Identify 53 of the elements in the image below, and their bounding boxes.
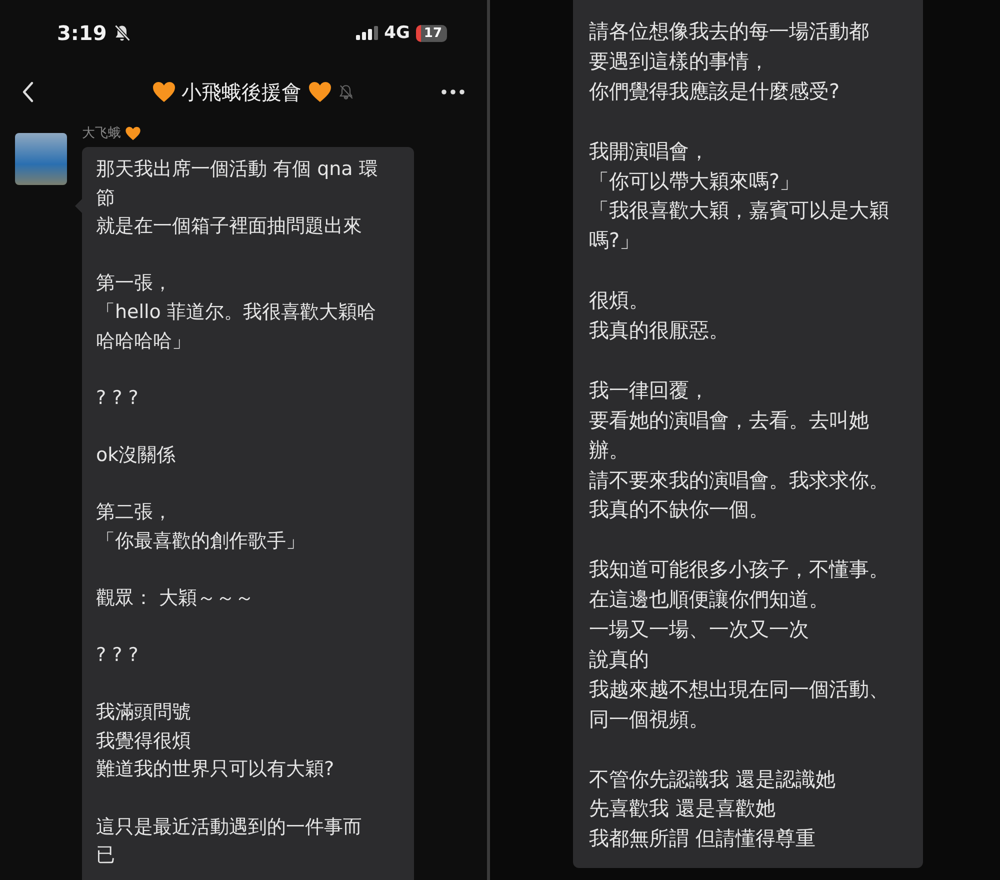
message-text: 要遇到這樣的事情， [589,48,770,75]
message-text: 「hello 菲道尔。我很喜歡大穎哈 [96,300,377,325]
message-text: 我真的不缺你一個。 [589,496,770,524]
heart-icon [125,126,141,140]
message-text: 一場又一場、一次又一次 [589,616,810,644]
message-text: 你們覺得我應該是什麼感受? [589,78,841,105]
sender-name: 大飞蛾 [82,125,121,142]
message-text: ? ? ? [96,643,140,668]
muted-bell-icon [338,84,354,100]
message-text: 我都無所謂 但請懂得尊重 [589,825,816,852]
message-text: 我覺得很煩 [96,728,192,754]
message-text: 很煩。 [589,287,650,314]
message-text: 我一律回覆， [589,376,710,404]
message-text: 節 [96,186,116,211]
message-text: 就是在一個箱子裡面抽問題出來 [96,214,363,240]
message-text: 我真的很厭惡。 [589,317,730,344]
message-text: ? ? ? [96,386,140,411]
message-text: 先喜歡我 還是喜歡她 [589,795,776,822]
message-text: 不管你先認識我 還是認識她 [589,766,836,793]
message-text: 「你最喜歡的創作歌手」 [96,528,306,554]
message-text: 請各位想像我去的每一場活動都 [589,18,870,45]
message-text: 這只是最近活動遇到的一件事而 [96,814,363,840]
signal-icon [356,26,378,40]
status-time: 3:19 [57,21,107,45]
message-text: 我知道可能很多小孩子，不懂事。 [589,556,890,584]
more-icon[interactable] [441,89,465,95]
message-text: 說真的 [589,646,650,673]
message-text: 在這邊也順便讓你們知道。 [589,586,830,614]
chat-title: 小飛蛾後援會 [182,78,302,106]
message-text: 同一個視頻。 [589,706,710,733]
message-text: 我越來越不想出現在同一個活動、 [589,676,890,703]
message-text: 觀眾： 大穎～～～ [96,586,256,611]
message-text: 「我很喜歡大穎，嘉賓可以是大穎 [589,197,890,224]
message-text: 請不要來我的演唱會。我求求你。 [589,466,890,494]
message-text: 已 [96,843,116,868]
message-text: 嗎?」 [589,227,641,254]
muted-bell-icon [112,24,131,42]
message-text: 「你可以帶大穎來嗎?」 [589,168,801,195]
message-text: 要看她的演唱會，去看。去叫她 [589,406,870,434]
message-text: 我開演唱會， [589,138,710,165]
heart-icon [308,81,332,103]
message-text: 辦。 [589,436,630,464]
message-text: 難道我的世界只可以有大穎? [96,757,336,782]
message-text: ok沒關係 [96,442,177,468]
message-text: 哈哈哈哈」 [96,328,192,354]
heart-icon [152,81,176,103]
message-text: 第二張， [96,500,173,526]
message-text: 那天我出席一個活動 有個 qna 環 [96,157,379,182]
back-icon[interactable] [22,81,34,103]
message-text: 我滿頭問號 [96,700,192,726]
network-label: 4G [384,23,410,43]
message-text: 第一張， [96,271,173,296]
battery-indicator: 17 [416,24,447,42]
